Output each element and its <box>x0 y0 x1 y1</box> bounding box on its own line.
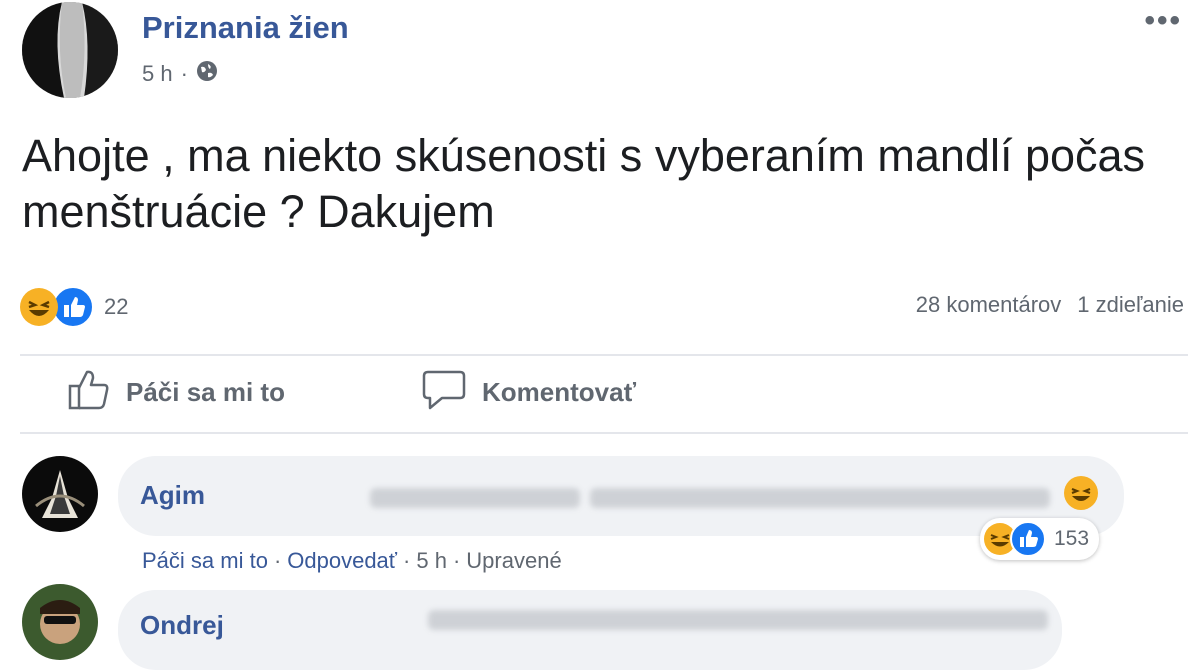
comment-button[interactable]: Komentovať <box>420 366 636 419</box>
like-label: Páči sa mi to <box>126 377 285 407</box>
divider-bottom <box>20 432 1188 434</box>
comment-time[interactable]: 5 h <box>416 548 447 574</box>
post-time[interactable]: 5 h <box>142 61 173 87</box>
post-stats: 28 komentárov 1 zdieľanie <box>916 292 1184 318</box>
comment-reactions[interactable]: 153 <box>980 518 1100 560</box>
comment-reply-link[interactable]: Odpovedať <box>287 548 397 574</box>
comment-label: Komentovať <box>482 377 637 407</box>
more-icon[interactable]: ••• <box>1144 4 1182 38</box>
comment-edited[interactable]: Upravené <box>466 548 561 574</box>
comment-icon <box>420 366 468 419</box>
comment-actions: Páči sa mi to · Odpovedať · 5 h · Uprave… <box>142 548 562 574</box>
comment-bubble[interactable]: Agim <box>118 456 1124 536</box>
comment-like-link[interactable]: Páči sa mi to <box>142 548 268 574</box>
laughing-emoji-icon <box>1064 476 1098 510</box>
haha-icon <box>20 288 58 326</box>
thumbs-up-icon <box>66 366 112 419</box>
post-meta: 5 h · <box>142 60 218 88</box>
reaction-summary[interactable]: 22 <box>20 286 128 328</box>
comment-author[interactable]: Ondrej <box>140 610 224 641</box>
blurred-comment-text <box>428 610 1048 630</box>
like-icon <box>52 286 94 328</box>
comment-bubble[interactable]: Ondrej <box>118 590 1062 670</box>
comment-avatar[interactable] <box>22 456 98 532</box>
blurred-comment-text <box>370 488 580 508</box>
reaction-count: 22 <box>104 294 129 319</box>
like-icon <box>1010 521 1046 557</box>
shares-count[interactable]: 1 zdieľanie <box>1077 292 1184 318</box>
comments-count[interactable]: 28 komentárov <box>916 292 1062 318</box>
comment-reaction-count: 153 <box>1054 527 1090 550</box>
blurred-comment-text <box>590 488 1050 508</box>
post-text: Ahojte , ma niekto skúsenosti s vyberaní… <box>22 130 1146 237</box>
globe-icon <box>196 60 218 88</box>
like-button[interactable]: Páči sa mi to <box>66 366 285 419</box>
page-avatar[interactable] <box>22 2 118 98</box>
divider-top <box>20 354 1188 356</box>
comment-author[interactable]: Agim <box>140 480 205 511</box>
comment-avatar[interactable] <box>22 584 98 660</box>
page-name[interactable]: Priznania žien <box>142 10 349 46</box>
